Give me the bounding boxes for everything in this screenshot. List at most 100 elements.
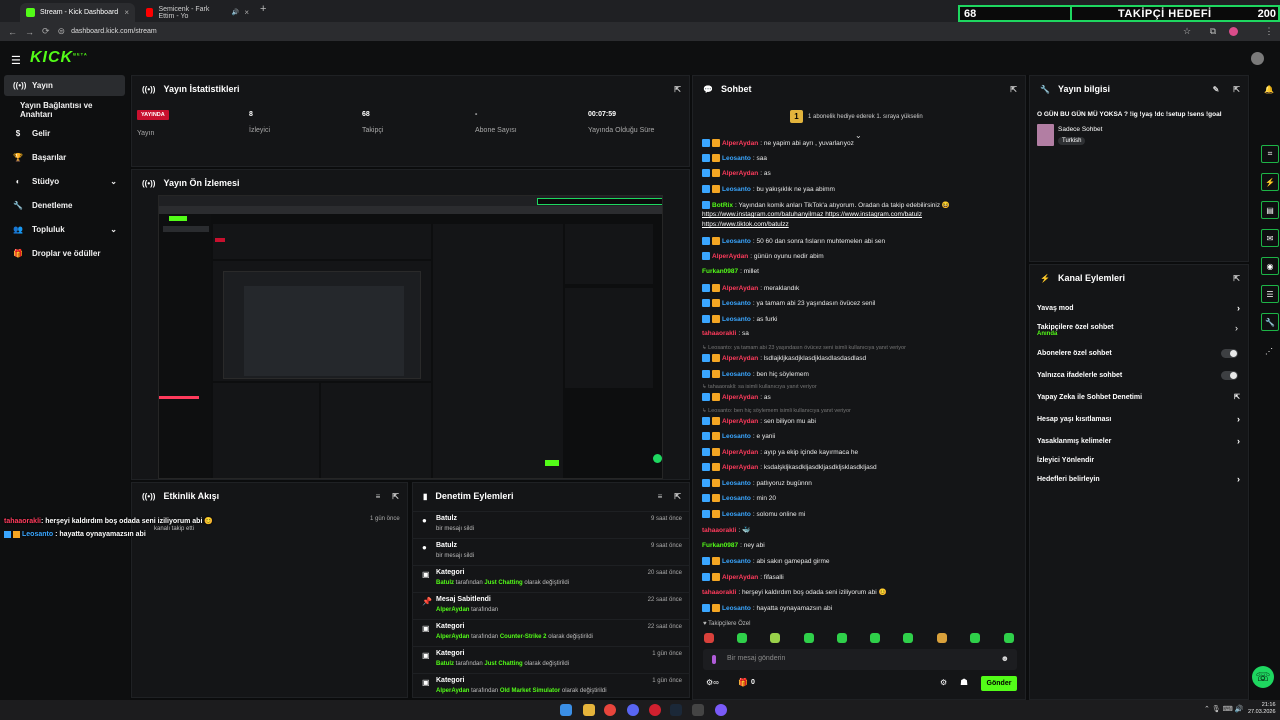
external-link-icon[interactable]: ⇱: [674, 85, 681, 94]
chat-message[interactable]: AlperAydan: ne yapim abi ayrı , yuvarlar…: [702, 139, 854, 147]
chat-message[interactable]: AlperAydan: sen biliyon mu abi: [702, 417, 816, 425]
chat-message[interactable]: https://www.tiktok.com/batulzz: [702, 221, 789, 228]
microphone-icon[interactable]: [712, 655, 716, 664]
chat-message[interactable]: tahaaorakli: 🐳: [702, 526, 750, 535]
chat-username[interactable]: AlperAydan: [722, 394, 758, 401]
emote-icon[interactable]: [804, 633, 814, 643]
browser-tab-kick[interactable]: Stream - Kick Dashboard ×: [20, 3, 135, 22]
user-avatar[interactable]: [1251, 52, 1264, 65]
chat-username[interactable]: AlperAydan: [722, 418, 758, 425]
start-menu-icon[interactable]: [560, 704, 572, 716]
sidebar-item-community[interactable]: 👥 Topluluk ⌄: [4, 219, 125, 240]
sidebar-item-moderation[interactable]: 🔧 Denetleme: [4, 195, 125, 216]
sidebar-item-drops[interactable]: 🎁 Droplar ve ödüller: [4, 243, 125, 264]
chat-username[interactable]: Leosanto: [722, 495, 751, 502]
chat-message[interactable]: Leosanto: saa: [702, 154, 767, 162]
layout-tool-icon[interactable]: ☰: [1261, 285, 1279, 303]
chat-username[interactable]: Leosanto: [722, 480, 751, 487]
chat-username[interactable]: Leosanto: [722, 558, 751, 565]
collapse-icon[interactable]: ⌄: [855, 131, 862, 140]
back-icon[interactable]: ←: [8, 27, 17, 37]
chat-username[interactable]: tahaaorakli: [702, 330, 736, 337]
stream-preview-video[interactable]: [158, 195, 663, 479]
chat-message[interactable]: AlperAydan: as: [702, 393, 771, 401]
chat-username[interactable]: AlperAydan: [722, 449, 758, 456]
chat-message[interactable]: ↳ Leosanto: ya tamam abi 23 yaşındasın ö…: [702, 345, 906, 351]
chat-message[interactable]: https://www.instagram.com/batuhanyilmaz …: [702, 211, 922, 218]
external-link-icon[interactable]: ⇱: [392, 492, 399, 501]
sidebar-item-stream-key[interactable]: Yayın Bağlantısı ve Anahtarı: [4, 99, 125, 120]
lightning-tool-icon[interactable]: ⚡: [1261, 173, 1279, 191]
emote-icon[interactable]: [837, 633, 847, 643]
profile-avatar-icon[interactable]: [1229, 27, 1238, 36]
chat-message[interactable]: Leosanto: bu yakışıklık ne yaa abimm: [702, 185, 835, 193]
edit-pencil-icon[interactable]: ✎: [1213, 85, 1220, 94]
new-tab-icon[interactable]: +: [260, 3, 266, 15]
sidebar-item-stream[interactable]: ((•)) Yayın: [4, 75, 125, 96]
chat-username[interactable]: Furkan0987: [702, 268, 738, 275]
sidebar-item-revenue[interactable]: $ Gelir: [4, 123, 125, 144]
emote-icon[interactable]: [737, 633, 747, 643]
chat-username[interactable]: tahaaorakli: [702, 527, 736, 534]
chat-message[interactable]: AlperAydan: meraklandık: [702, 284, 799, 292]
extensions-icon[interactable]: ⧉: [1208, 26, 1218, 36]
action-emotes-only[interactable]: Yalnızca ifadelerle sohbet: [1030, 364, 1248, 386]
action-slow-mode[interactable]: Yavaş mod ›: [1030, 297, 1248, 319]
gift-icon[interactable]: 🎁: [738, 678, 748, 687]
chat-username[interactable]: AlperAydan: [722, 285, 758, 292]
external-link-icon[interactable]: ⇱: [1010, 85, 1017, 94]
chat-username[interactable]: Leosanto: [722, 186, 751, 193]
emote-icon[interactable]: [770, 633, 780, 643]
document-tool-icon[interactable]: ▤: [1261, 201, 1279, 219]
action-goals[interactable]: Hedefleri belirleyin ›: [1030, 468, 1248, 490]
chat-username[interactable]: Leosanto: [722, 300, 751, 307]
obs-icon[interactable]: [692, 704, 704, 716]
chat-message[interactable]: AlperAydan: fifasalli: [702, 573, 784, 581]
settings-gear-icon[interactable]: ⚙: [940, 678, 947, 687]
discord-icon[interactable]: [627, 704, 639, 716]
chat-message[interactable]: tahaaorakli: sa: [702, 330, 749, 337]
chat-username[interactable]: BotRix: [712, 202, 733, 209]
action-ai-moderation[interactable]: Yapay Zeka ile Sohbet Denetimi ⇱: [1030, 386, 1248, 408]
chat-message[interactable]: AlperAydan: lsdlajkljkasdjklasdjklasdlas…: [702, 354, 866, 362]
opera-icon[interactable]: [649, 704, 661, 716]
notifications-icon[interactable]: 🔔: [1258, 78, 1280, 100]
share-icon[interactable]: ⋰: [1258, 340, 1280, 362]
system-tray-icons[interactable]: ⌃ 🎙 ⌨ 🔊: [1204, 705, 1243, 713]
emoji-picker-icon[interactable]: ☻: [1001, 654, 1009, 663]
emote-icon[interactable]: [937, 633, 947, 643]
action-subscribers-only[interactable]: Abonelere özel sohbet: [1030, 342, 1248, 364]
close-tab-icon[interactable]: ×: [244, 8, 249, 17]
emote-icon[interactable]: [1004, 633, 1014, 643]
chat-input[interactable]: Bir mesaj gönderin ☻: [703, 649, 1017, 670]
infinity-points-icon[interactable]: ⚙∞: [706, 678, 719, 687]
external-link-icon[interactable]: ⇱: [1233, 274, 1240, 283]
emote-icon[interactable]: [704, 633, 714, 643]
menu-dots-icon[interactable]: ⋮: [1264, 26, 1274, 36]
close-tab-icon[interactable]: ×: [124, 8, 129, 17]
chat-username[interactable]: Furkan0987: [702, 542, 738, 549]
chat-message[interactable]: AlperAydan: as: [702, 169, 771, 177]
chat-message[interactable]: ↳ tahaaorakli: sa isimli kullanıcıya yan…: [702, 384, 817, 390]
chat-username[interactable]: Leosanto: [722, 511, 751, 518]
chat-username[interactable]: Leosanto: [722, 238, 751, 245]
emote-icon[interactable]: [870, 633, 880, 643]
chat-username[interactable]: AlperAydan: [722, 464, 758, 471]
emote-icon[interactable]: [903, 633, 913, 643]
site-info-icon[interactable]: ⊜: [58, 26, 66, 37]
gift-banner[interactable]: 1 abonelik hediye ederek 1. sıraya yükse…: [808, 114, 923, 120]
file-explorer-icon[interactable]: [583, 704, 595, 716]
chat-message[interactable]: Leosanto: as furki: [702, 315, 777, 323]
chat-username[interactable]: AlperAydan: [722, 355, 758, 362]
chat-message[interactable]: Leosanto: 50 60 dan sonra fısların muhte…: [702, 237, 885, 245]
chat-message[interactable]: Leosanto: abi sakın gamepad girme: [702, 557, 830, 565]
chat-message[interactable]: Leosanto: hayatta oynayamazsın abi: [702, 604, 832, 612]
app-icon[interactable]: [715, 704, 727, 716]
chrome-icon[interactable]: [604, 704, 616, 716]
browser-tab-youtube[interactable]: Semicenk - Fark Ettim - Yo 🔊 ×: [140, 3, 255, 22]
chat-tool-icon[interactable]: ✉: [1261, 229, 1279, 247]
forward-icon[interactable]: →: [25, 27, 34, 37]
chat-message[interactable]: Leosanto: e yanii: [702, 432, 775, 440]
broadcast-tool-icon[interactable]: ◉: [1261, 257, 1279, 275]
chat-username[interactable]: AlperAydan: [722, 574, 758, 581]
